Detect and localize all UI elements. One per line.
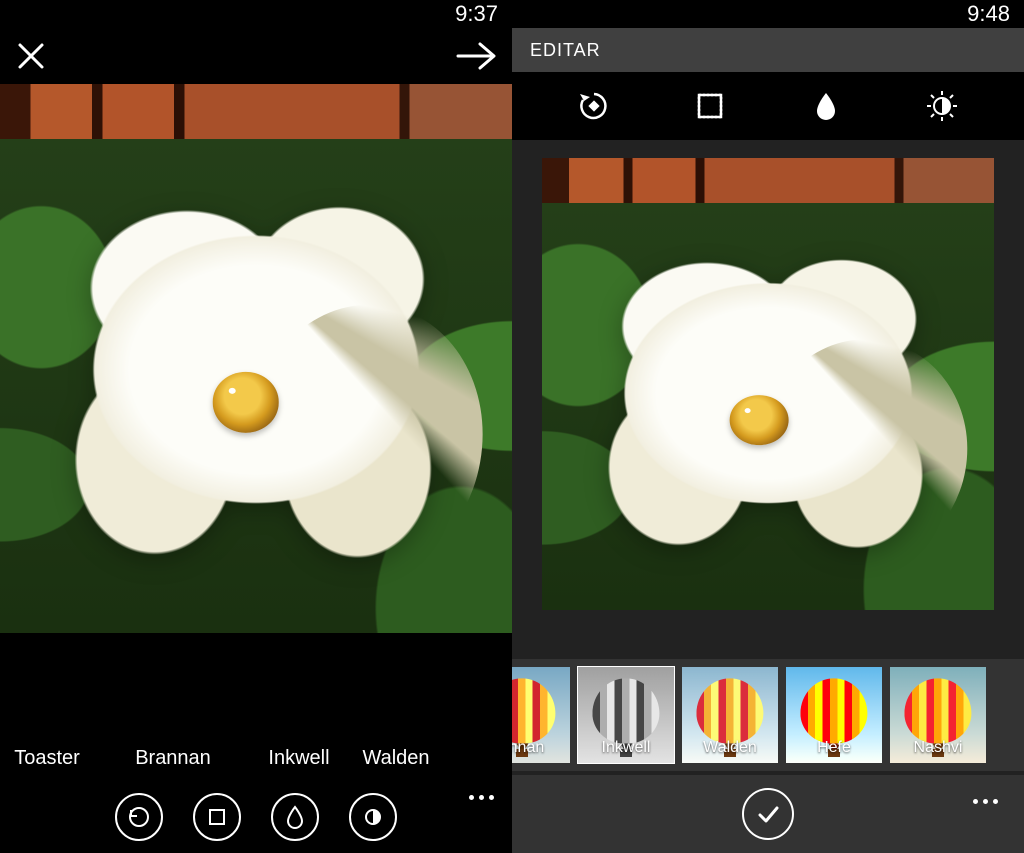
filter-item-brannan[interactable]: annan (512, 667, 570, 763)
filter-label: Nashvi (890, 739, 986, 757)
status-time: 9:37 (455, 1, 498, 27)
filter-item-nashville[interactable]: Nashvi (890, 667, 986, 763)
filter-item-hefe[interactable]: Hefe (786, 667, 882, 763)
confirm-check-icon[interactable] (742, 788, 794, 840)
close-icon[interactable] (14, 39, 48, 73)
filter-item-inkwell[interactable]: Inkwell (578, 667, 674, 763)
bottom-toolbar (0, 781, 512, 853)
filter-label: annan (512, 739, 570, 757)
filter-strip[interactable]: annan Inkwell Walden Hefe Nashvi (512, 659, 1024, 771)
blur-drop-icon[interactable] (806, 86, 846, 126)
title-bar: EDITAR (512, 28, 1024, 72)
filter-item-brannan[interactable]: Brannan (116, 639, 230, 770)
page-title: EDITAR (530, 40, 601, 61)
screen-filter-select: 9:37 o Toaster Brannan Inkwel (0, 0, 512, 853)
filter-label: Hefe (786, 739, 882, 757)
status-bar: 9:37 (0, 0, 512, 28)
nav-bar (0, 28, 512, 84)
screen-editar: 9:48 EDITAR (512, 0, 1024, 853)
filter-item-toaster[interactable]: Toaster (0, 639, 104, 770)
next-arrow-icon[interactable] (454, 39, 498, 73)
filter-label: Brannan (135, 747, 211, 770)
brightness-contrast-icon[interactable] (349, 793, 397, 841)
frame-icon[interactable] (193, 793, 241, 841)
more-icon[interactable] (973, 799, 998, 804)
edit-tools-row (512, 72, 1024, 140)
rotate-icon[interactable] (574, 86, 614, 126)
brightness-contrast-icon[interactable] (922, 86, 962, 126)
photo-preview[interactable] (0, 84, 512, 633)
preview-area (512, 140, 1024, 659)
blur-drop-icon[interactable] (271, 793, 319, 841)
filter-strip[interactable]: o Toaster Brannan Inkwell Walden (0, 633, 512, 781)
more-icon[interactable] (469, 795, 494, 800)
filter-label: Inkwell (578, 739, 674, 757)
filter-label: Toaster (14, 747, 80, 770)
photo-preview[interactable] (542, 158, 994, 610)
filter-item-walden[interactable]: Walden (368, 639, 424, 770)
bottom-bar (512, 771, 1024, 853)
filter-label: Inkwell (268, 747, 329, 770)
rotate-straighten-icon[interactable] (115, 793, 163, 841)
filter-label: Walden (362, 747, 429, 770)
status-time: 9:48 (967, 1, 1010, 27)
status-bar: 9:48 (512, 0, 1024, 28)
frame-icon[interactable] (690, 86, 730, 126)
filter-item-walden[interactable]: Walden (682, 667, 778, 763)
filter-label: Walden (682, 739, 778, 757)
